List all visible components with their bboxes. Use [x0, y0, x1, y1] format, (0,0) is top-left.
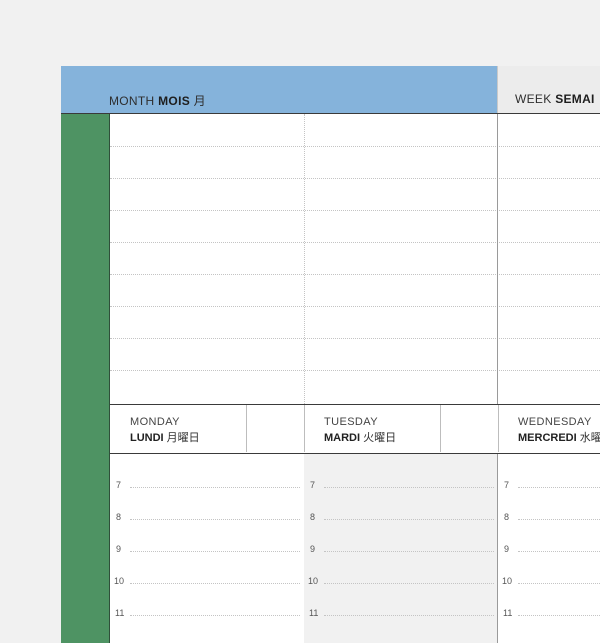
- hour-label: 9: [310, 544, 316, 554]
- week-label-en: WEEK: [515, 92, 552, 106]
- date-box-divider: [440, 405, 441, 452]
- hour-line: [518, 551, 600, 552]
- hour-label: 9: [116, 544, 122, 554]
- week-label: WEEK SEMAI: [515, 92, 595, 106]
- day-name-fr: MARDI 火曜日: [324, 429, 396, 445]
- day-name-en: WEDNESDAY: [518, 416, 592, 428]
- hour-line: [130, 519, 300, 520]
- day-header-tuesday: TUESDAY MARDI 火曜日: [304, 405, 498, 453]
- day-column-divider: [497, 454, 498, 643]
- hour-line: [130, 551, 300, 552]
- day-name-fr: LUNDI 月曜日: [130, 429, 200, 445]
- hour-row: 11 11 11: [110, 607, 600, 621]
- day-name-en: MONDAY: [130, 416, 180, 428]
- grid-line: [110, 274, 600, 275]
- hour-line: [324, 583, 494, 584]
- day-name-jp: 月曜日: [166, 432, 200, 444]
- grid-line: [110, 210, 600, 211]
- grid-line: [110, 146, 600, 147]
- hour-label: 7: [310, 480, 316, 490]
- month-label: MONTH MOIS 月: [109, 92, 206, 109]
- hour-label: 10: [308, 576, 319, 586]
- month-header-block: MONTH MOIS 月: [61, 66, 497, 113]
- hour-line: [130, 615, 300, 616]
- hour-line: [518, 519, 600, 520]
- hour-label: 11: [503, 608, 513, 618]
- day-name-jp: 火曜日: [363, 432, 397, 444]
- grid-line: [110, 242, 600, 243]
- hour-row: 8 8 8: [110, 511, 600, 525]
- hour-label: 7: [116, 480, 122, 490]
- hour-line: [324, 519, 494, 520]
- hour-line: [518, 583, 600, 584]
- hour-label: 10: [114, 576, 125, 586]
- grid-line: [110, 370, 600, 371]
- month-label-fr: MOIS: [158, 94, 191, 108]
- hour-label: 8: [310, 512, 316, 522]
- day-header-row: MONDAY LUNDI 月曜日 TUESDAY MARDI 火曜日 WEDNE…: [110, 404, 600, 454]
- hour-line: [518, 615, 600, 616]
- week-label-fr: SEMAI: [555, 92, 595, 106]
- green-sidebar: [61, 114, 110, 643]
- notes-grid: [110, 114, 600, 404]
- weekly-planner-page: MONTH MOIS 月 WEEK SEMAI MONDAY LUNDI 月曜日…: [61, 66, 600, 643]
- grid-line: [110, 338, 600, 339]
- grid-column-divider: [497, 114, 498, 404]
- day-name-en: TUESDAY: [324, 416, 378, 428]
- hour-label: 7: [504, 480, 510, 490]
- day-header-wednesday: WEDNESDAY MERCREDI 水曜: [498, 405, 600, 453]
- day-name-fr-bold: MARDI: [324, 432, 361, 444]
- date-box-divider: [246, 405, 247, 452]
- hour-label: 11: [309, 608, 319, 618]
- hour-line: [518, 487, 600, 488]
- day-header-monday: MONDAY LUNDI 月曜日: [110, 405, 304, 453]
- day-name-fr: MERCREDI 水曜: [518, 429, 600, 445]
- hour-label: 8: [116, 512, 122, 522]
- hour-row: 9 9 9: [110, 543, 600, 557]
- month-label-jp: 月: [193, 94, 206, 108]
- hour-label: 10: [502, 576, 513, 586]
- grid-line: [110, 178, 600, 179]
- hour-label: 11: [115, 608, 125, 618]
- hour-label: 9: [504, 544, 510, 554]
- hour-label: 8: [504, 512, 510, 522]
- hour-line: [130, 487, 300, 488]
- day-name-fr-bold: MERCREDI: [518, 432, 577, 444]
- hour-line: [324, 615, 494, 616]
- hour-line: [324, 551, 494, 552]
- hour-line: [130, 583, 300, 584]
- hourly-schedule: 7 7 7 8 8 8 9 9 9 10 10 10 11 11 11: [110, 454, 600, 643]
- grid-column-divider: [304, 114, 305, 404]
- week-header-block: WEEK SEMAI: [497, 66, 600, 113]
- hour-row: 7 7 7: [110, 479, 600, 493]
- grid-line: [110, 306, 600, 307]
- day-name-fr-bold: LUNDI: [130, 432, 164, 444]
- month-label-en: MONTH: [109, 94, 155, 108]
- hour-line: [324, 487, 494, 488]
- day-name-jp: 水曜: [579, 432, 600, 444]
- hour-row: 10 10 10: [110, 575, 600, 589]
- planner-header: MONTH MOIS 月 WEEK SEMAI: [61, 66, 600, 114]
